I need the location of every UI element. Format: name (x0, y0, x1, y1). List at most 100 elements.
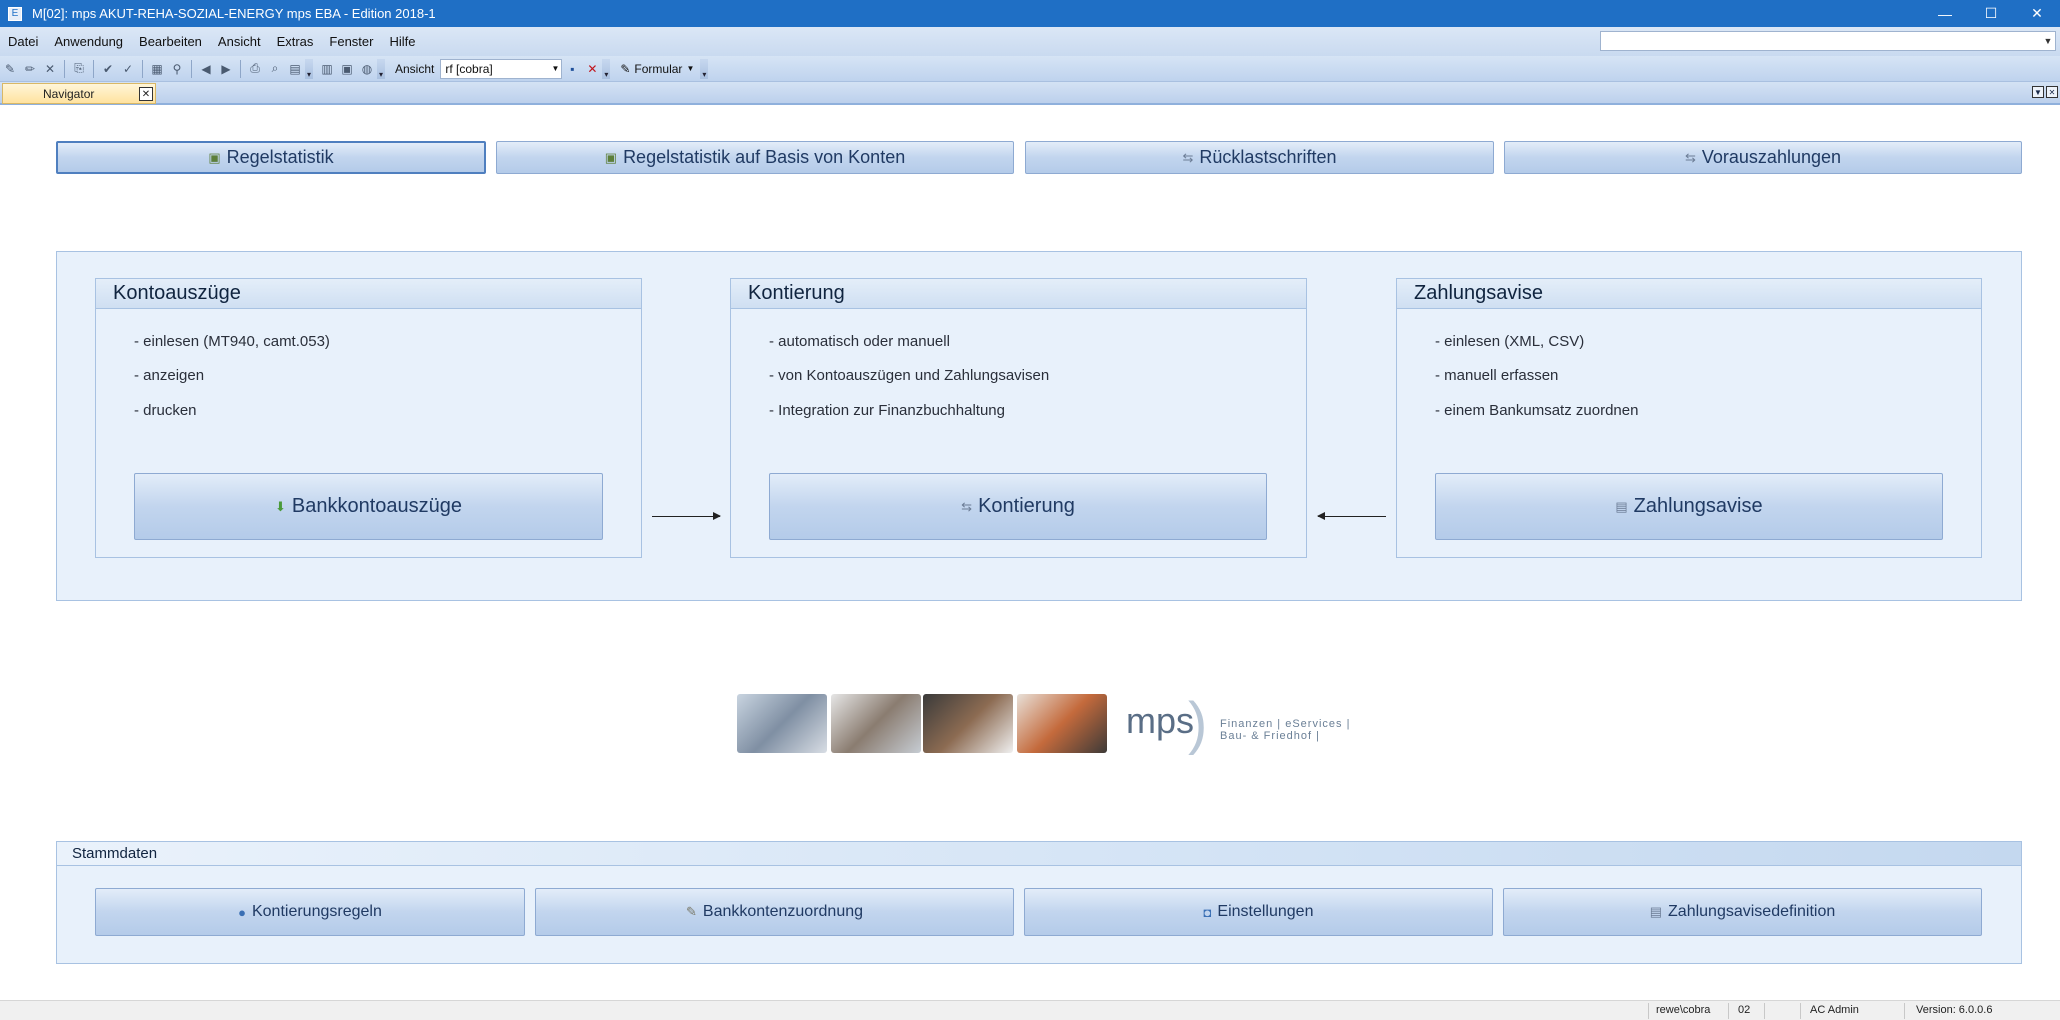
zahlungsavise-button[interactable]: ▤ Zahlungsavise (1435, 473, 1943, 540)
toolbar-divider (64, 59, 65, 78)
check-icon[interactable]: ✔ (98, 59, 118, 79)
back-icon[interactable]: ◀ (196, 59, 216, 79)
status-path: rewe\cobra (1656, 1004, 1711, 1016)
formular-label: Formular (634, 61, 683, 76)
check-all-icon[interactable]: ✓ (118, 59, 138, 79)
quick-search-combo[interactable]: ▼ (1600, 31, 2056, 51)
toolbar-overflow-icon[interactable]: ▾ (305, 58, 313, 79)
close-window-button[interactable]: ✕ (2014, 0, 2060, 27)
kontierung-button[interactable]: ⇆ Kontierung (769, 473, 1267, 540)
menu-fenster[interactable]: Fenster (321, 34, 381, 49)
chevron-down-icon[interactable]: ▼ (2041, 32, 2055, 50)
window-title: M[02]: mps AKUT-REHA-SOZIAL-ENERGY mps E… (32, 6, 436, 21)
document-tab-strip: Navigator ✕ ▼ ✕ (0, 82, 2060, 105)
document-icon: ▤ (1615, 498, 1628, 514)
ansicht-value: rf [cobra] (445, 61, 493, 76)
kontierung-bullet: - Integration zur Finanzbuchhaltung (769, 402, 1005, 419)
edit-check-icon[interactable]: ✎ (0, 59, 20, 79)
layout-icon[interactable]: ▥ (317, 59, 337, 79)
bankkontoauszuege-button[interactable]: ⬇ Bankkontoauszüge (134, 473, 603, 540)
chevron-down-icon: ▼ (686, 64, 695, 73)
globe-icon[interactable]: ◍ (357, 59, 377, 79)
chart-icon: ▣ (604, 149, 618, 165)
status-divider (1728, 1003, 1729, 1019)
kontierungsregeln-label: Kontierungsregeln (251, 903, 382, 920)
zahlungsavise-label: Zahlungsavise (1633, 495, 1763, 517)
chevron-down-icon[interactable]: ▼ (551, 64, 559, 73)
regelstatistik-label: Regelstatistik (226, 147, 334, 167)
window-icon[interactable]: ▣ (337, 59, 357, 79)
logo-tagline-2: Bau- & Friedhof | (1220, 730, 1320, 742)
save-icon[interactable]: ▪ (562, 59, 582, 79)
tab-list-icon[interactable]: ▼ (2032, 86, 2044, 98)
regelstatistik-button[interactable]: ▣ Regelstatistik (56, 141, 486, 174)
app-icon[interactable]: E (8, 6, 22, 21)
copy-icon[interactable]: ⎘ (69, 59, 89, 79)
menu-ansicht[interactable]: Ansicht (210, 34, 269, 49)
export-icon[interactable]: ▤ (285, 59, 305, 79)
pen-icon: ✎ (685, 904, 697, 919)
bankkontenzuordnung-button[interactable]: ✎ Bankkontenzuordnung (535, 888, 1014, 936)
menu-hilfe[interactable]: Hilfe (381, 34, 423, 49)
close-tab-icon[interactable]: ✕ (139, 87, 153, 101)
formular-icon: ✎ (620, 61, 631, 76)
team-photo (831, 694, 921, 753)
zahlungsavise-bullet: - manuell erfassen (1435, 367, 1559, 384)
forward-icon[interactable]: ▶ (216, 59, 236, 79)
ansicht-select[interactable]: rf [cobra] ▼ (440, 58, 563, 79)
tab-navigator-label: Navigator (43, 86, 95, 101)
close-icon[interactable]: ✕ (582, 59, 602, 79)
kontoauszuege-bullet: - drucken (134, 402, 197, 419)
status-user: AC Admin (1810, 1004, 1859, 1016)
zahlungsavisedefinition-button[interactable]: ▤ Zahlungsavisedefinition (1503, 888, 1982, 936)
filter-icon[interactable]: ⚲ (167, 59, 187, 79)
toolbar-divider (240, 59, 241, 78)
kontierungsregeln-button[interactable]: ● Kontierungsregeln (95, 888, 525, 936)
toolbar: ✎ ✏ ✕ ⎘ ✔ ✓ ▦ ⚲ ◀ ▶ ⎙ ⌕ ▤ ▾ ▥ ▣ ◍ ▾ Ansi… (0, 56, 2060, 82)
status-divider (1648, 1003, 1649, 1019)
toolbar-overflow-icon[interactable]: ▾ (377, 58, 385, 79)
menu-bearbeiten[interactable]: Bearbeiten (131, 34, 210, 49)
formular-dropdown[interactable]: ✎ Formular ▼ (614, 62, 700, 76)
toolbar-overflow-icon[interactable]: ▾ (602, 58, 611, 79)
tab-navigator[interactable]: Navigator ✕ (2, 83, 156, 104)
pencil-icon[interactable]: ✏ (20, 59, 40, 79)
menu-datei[interactable]: Datei (0, 34, 46, 49)
team-photo (737, 694, 827, 753)
menu-anwendung[interactable]: Anwendung (46, 34, 131, 49)
document-icon: ▤ (1649, 904, 1663, 919)
flow-arrow-left (1317, 512, 1386, 520)
status-divider (1800, 1003, 1801, 1019)
kontierung-bullet: - von Kontoauszügen und Zahlungsavisen (769, 367, 1050, 384)
print-icon[interactable]: ⎙ (245, 59, 265, 79)
delete-icon[interactable]: ✕ (40, 59, 60, 79)
status-bar: rewe\cobra 02 AC Admin Version: 6.0.0.6 (0, 1000, 2060, 1020)
vorauszahlungen-button[interactable]: ⇆ Vorauszahlungen (1504, 141, 2022, 174)
kontoauszuege-bullet: - anzeigen (134, 367, 205, 384)
team-photo (1017, 694, 1107, 753)
logo-bracket: ) (1188, 691, 1208, 756)
zahlungsavise-bullet: - einlesen (XML, CSV) (1435, 333, 1585, 350)
zahlungsavisedefinition-label: Zahlungsavisedefinition (1668, 903, 1836, 920)
download-icon: ⬇ (274, 498, 286, 514)
close-icon[interactable]: ✕ (2046, 86, 2058, 98)
mps-logo: mps (1126, 700, 1195, 741)
vorauszahlungen-label: Vorauszahlungen (1701, 147, 1842, 167)
status-divider (1764, 1003, 1765, 1019)
regelstatistik-konten-button[interactable]: ▣ Regelstatistik auf Basis von Konten (496, 141, 1014, 174)
toolbar-divider (93, 59, 94, 78)
einstellungen-button[interactable]: ◘ Einstellungen (1024, 888, 1493, 936)
menu-extras[interactable]: Extras (269, 34, 322, 49)
transfer-icon: ⇆ (1182, 149, 1194, 165)
regelstatistik-konten-label: Regelstatistik auf Basis von Konten (623, 147, 906, 167)
einstellungen-label: Einstellungen (1217, 903, 1314, 920)
maximize-button[interactable]: ☐ (1968, 0, 2014, 27)
transfer-icon: ⇆ (1684, 149, 1696, 165)
bankkontoauszuege-label: Bankkontoauszüge (291, 495, 463, 517)
preview-icon[interactable]: ⌕ (265, 59, 285, 79)
table-icon[interactable]: ▦ (147, 59, 167, 79)
ruecklastschriften-button[interactable]: ⇆ Rücklastschriften (1025, 141, 1494, 174)
toolbar-overflow-icon[interactable]: ▾ (700, 58, 709, 79)
minimize-button[interactable]: — (1922, 0, 1968, 27)
kontierung-bullet: - automatisch oder manuell (769, 333, 950, 350)
